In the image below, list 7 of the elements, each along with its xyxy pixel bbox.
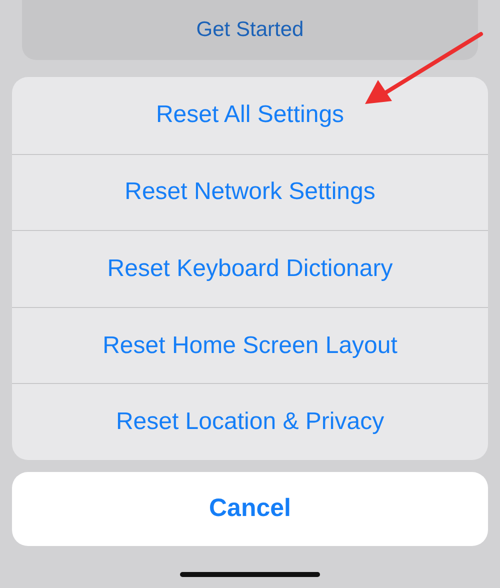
action-item[interactable]: Reset Network Settings bbox=[12, 154, 488, 230]
cancel-button[interactable]: Cancel bbox=[12, 472, 488, 546]
action-item[interactable]: Reset Location & Privacy bbox=[12, 383, 488, 460]
action-item[interactable]: Reset All Settings bbox=[12, 77, 488, 154]
get-started-button[interactable]: Get Started bbox=[22, 0, 478, 60]
action-item[interactable]: Reset Keyboard Dictionary bbox=[12, 230, 488, 307]
action-item[interactable]: Reset Home Screen Layout bbox=[12, 306, 488, 384]
